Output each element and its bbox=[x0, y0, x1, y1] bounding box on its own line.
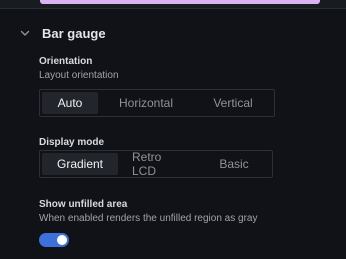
bar-gauge-section-header[interactable]: Bar gauge bbox=[18, 23, 106, 43]
orientation-description: Layout orientation bbox=[39, 70, 119, 81]
toggle-knob bbox=[57, 235, 67, 245]
orientation-label: Orientation bbox=[39, 56, 93, 67]
top-accent-strip bbox=[40, 0, 320, 4]
show-unfilled-description: When enabled renders the unfilled region… bbox=[39, 213, 258, 224]
display-mode-radio-group: Gradient Retro LCD Basic bbox=[39, 150, 273, 178]
options-panel: Bar gauge Orientation Layout orientation… bbox=[0, 8, 346, 259]
display-mode-option-basic[interactable]: Basic bbox=[198, 153, 270, 175]
orientation-option-auto[interactable]: Auto bbox=[42, 92, 98, 114]
display-mode-label: Display mode bbox=[39, 137, 105, 148]
display-mode-option-retro-lcd[interactable]: Retro LCD bbox=[118, 150, 198, 178]
show-unfilled-toggle[interactable] bbox=[39, 233, 69, 247]
orientation-option-vertical[interactable]: Vertical bbox=[194, 92, 272, 114]
chevron-down-icon bbox=[18, 26, 32, 40]
orientation-option-horizontal[interactable]: Horizontal bbox=[98, 92, 194, 114]
orientation-radio-group: Auto Horizontal Vertical bbox=[39, 89, 275, 117]
display-mode-option-gradient[interactable]: Gradient bbox=[42, 153, 118, 175]
show-unfilled-label: Show unfilled area bbox=[39, 199, 128, 210]
section-title: Bar gauge bbox=[42, 25, 106, 41]
